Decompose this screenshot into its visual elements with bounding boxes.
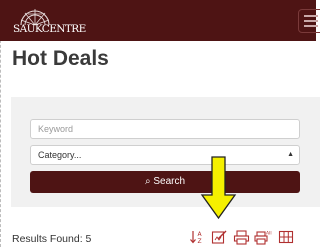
print-all-icon[interactable]: All: [254, 229, 272, 245]
hamburger-icon: [304, 20, 318, 22]
sort-az-icon[interactable]: A Z: [189, 229, 205, 245]
keyword-input[interactable]: Keyword: [30, 119, 300, 139]
select-caret-icon: ▲: [287, 151, 294, 158]
site-logo[interactable]: SAUKCENTRE: [13, 3, 86, 39]
hamburger-icon: [304, 25, 318, 27]
annotation-arrow-icon: [200, 156, 237, 220]
page-title: Hot Deals: [12, 47, 109, 70]
svg-text:Z: Z: [198, 238, 202, 245]
edit-icon[interactable]: [211, 229, 229, 245]
svg-text:A: A: [198, 231, 203, 238]
site-header: SAUKCENTRE: [0, 0, 320, 41]
search-button[interactable]: ⌕ Search: [30, 171, 300, 193]
category-select[interactable]: Category... ▲: [30, 145, 300, 165]
logo-text: SAUKCENTRE: [13, 23, 86, 35]
category-value: Category...: [38, 150, 82, 160]
results-found: Results Found: 5: [12, 233, 91, 245]
results-label: Results Found:: [12, 233, 83, 245]
search-button-label: Search: [153, 176, 186, 187]
hamburger-icon: [304, 15, 318, 17]
search-icon: ⌕: [144, 176, 151, 187]
keyword-placeholder: Keyword: [38, 124, 74, 134]
menu-button[interactable]: [298, 9, 320, 33]
grid-view-icon[interactable]: [278, 229, 294, 245]
results-count: 5: [85, 233, 92, 245]
print-icon[interactable]: [233, 229, 250, 245]
svg-text:All: All: [266, 231, 272, 237]
